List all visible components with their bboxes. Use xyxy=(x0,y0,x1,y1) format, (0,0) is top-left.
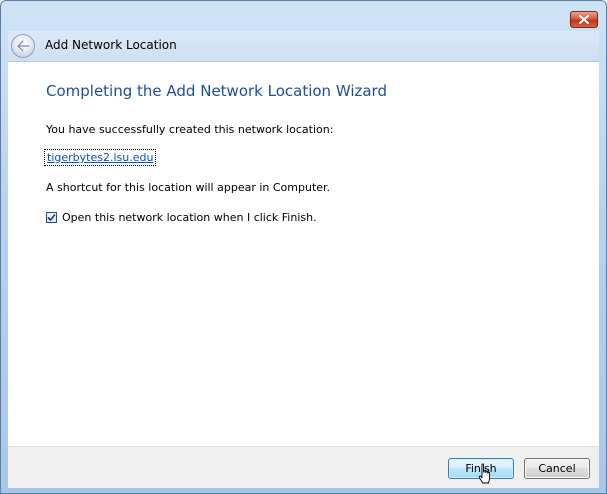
close-button[interactable] xyxy=(570,11,598,28)
wizard-content: Completing the Add Network Location Wiza… xyxy=(8,62,599,446)
wizard-header: Add Network Location xyxy=(8,31,599,62)
close-icon xyxy=(579,15,589,24)
cancel-button[interactable]: Cancel xyxy=(524,458,590,479)
success-message: You have successfully created this netwo… xyxy=(46,123,334,136)
open-location-option[interactable]: Open this network location when I click … xyxy=(46,211,317,224)
open-location-checkbox-label: Open this network location when I click … xyxy=(62,211,317,224)
back-button[interactable] xyxy=(11,34,35,58)
shortcut-message: A shortcut for this location will appear… xyxy=(46,181,331,194)
window-title: Add Network Location xyxy=(45,38,177,52)
network-location-link[interactable]: tigerbytes2.lsu.edu xyxy=(43,149,157,166)
page-title: Completing the Add Network Location Wiza… xyxy=(46,82,387,100)
hand-pointer-cursor-icon xyxy=(478,463,491,484)
checkmark-icon xyxy=(47,213,56,221)
open-location-checkbox[interactable] xyxy=(46,212,57,223)
wizard-window: Add Network Location Completing the Add … xyxy=(0,0,607,494)
wizard-footer: Finish Cancel xyxy=(8,446,599,488)
back-arrow-icon xyxy=(16,40,30,52)
